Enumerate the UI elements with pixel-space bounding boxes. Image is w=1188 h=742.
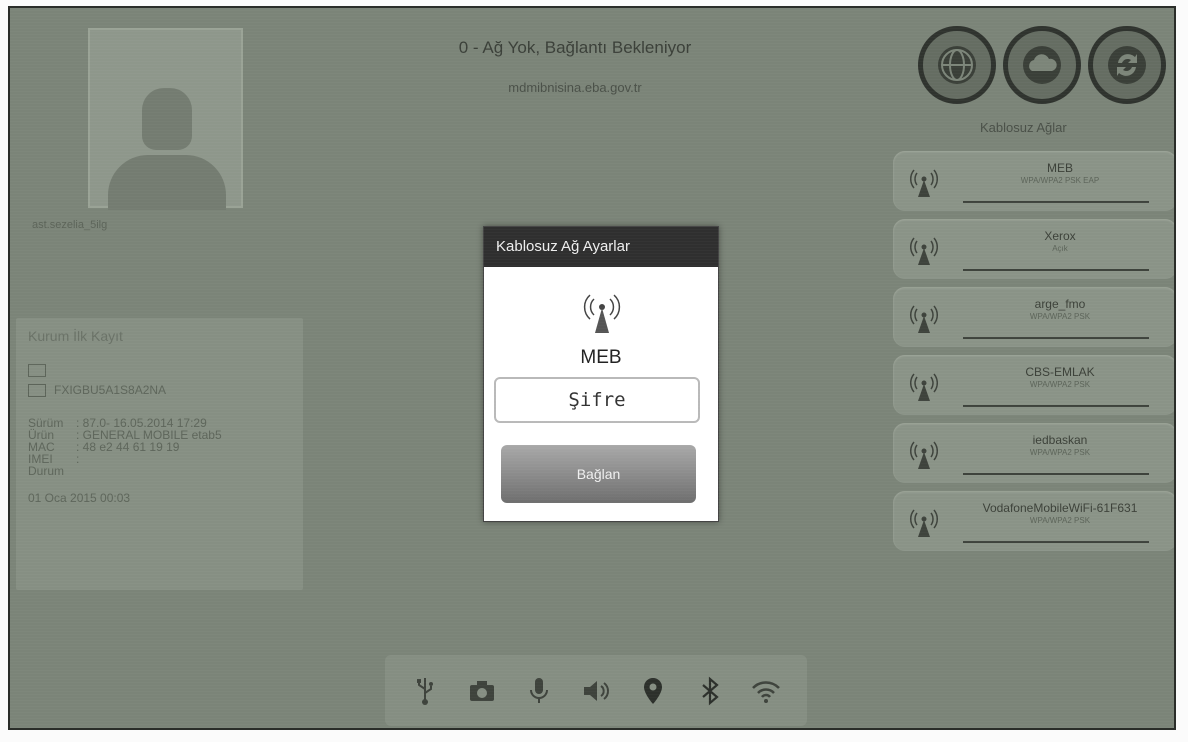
- connection-status-title: 0 - Ağ Yok, Bağlantı Bekleniyor: [458, 38, 692, 57]
- wifi-name: CBS-EMLAK: [1025, 365, 1095, 379]
- wifi-security: WPA/WPA2 PSK: [1029, 380, 1091, 389]
- bluetooth-icon: [701, 676, 719, 705]
- user-name: ast.sezelia_5ilg: [32, 219, 108, 231]
- wifi-name: Xerox: [1044, 229, 1076, 243]
- wifi-name: iedbaskan: [1032, 433, 1088, 447]
- wifi-signal-icon: [910, 169, 938, 197]
- globe-button[interactable]: [918, 26, 996, 104]
- bluetooth-button[interactable]: [691, 671, 729, 711]
- usb-button[interactable]: [406, 671, 444, 711]
- avatar: [88, 28, 243, 210]
- id-card-icon: [28, 383, 46, 397]
- wireless-networks-label: Kablosuz Ağlar: [980, 120, 1067, 135]
- cloud-button[interactable]: [1003, 26, 1081, 104]
- connect-button[interactable]: Bağlan: [501, 445, 696, 503]
- cloud-icon: [1023, 46, 1061, 84]
- wifi-item-cbs-emlak[interactable]: CBS-EMLAK WPA/WPA2 PSK: [893, 355, 1174, 415]
- wifi-item-vodafone[interactable]: VodafoneMobileWiFi-61F631 WPA/WPA2 PSK: [893, 491, 1174, 551]
- wifi-signal-icon: [910, 237, 938, 265]
- location-button[interactable]: [634, 671, 672, 711]
- location-icon: [643, 677, 662, 704]
- wifi-security: WPA/WPA2 PSK: [1029, 312, 1091, 321]
- bottom-toolbar: [385, 655, 807, 726]
- selected-network-name: MEB: [580, 347, 622, 368]
- microphone-icon: [530, 677, 549, 703]
- wifi-security: Açık: [1052, 244, 1068, 253]
- wifi-strength-bar: [963, 201, 1149, 203]
- wifi-item-iedbaskan[interactable]: iedbaskan WPA/WPA2 PSK: [893, 423, 1174, 483]
- wifi-item-arge-fmo[interactable]: arge_fmo WPA/WPA2 PSK: [893, 287, 1174, 347]
- sync-icon: [1108, 46, 1146, 84]
- wifi-security: WPA/WPA2 PSK EAP: [1020, 176, 1100, 185]
- wifi-strength-bar: [963, 541, 1149, 543]
- sync-button[interactable]: [1088, 26, 1166, 104]
- camera-button[interactable]: [463, 671, 501, 711]
- speaker-icon: [583, 680, 609, 701]
- info-row: IMEI:: [28, 453, 291, 465]
- wifi-settings-dialog: Kablosuz Ağ Ayarlar MEB Bağlan: [483, 226, 719, 522]
- globe-icon: [938, 46, 976, 84]
- wifi-strength-bar: [963, 337, 1149, 339]
- wifi-security: WPA/WPA2 PSK: [1029, 448, 1091, 457]
- wifi-security: WPA/WPA2 PSK: [1029, 516, 1091, 525]
- server-address: mdmibnisina.eba.gov.tr: [508, 80, 642, 95]
- device-info: Sürüm: 87.0- 16.05.2014 17:29 Ürün: GENE…: [28, 417, 291, 477]
- dialog-title: Kablosuz Ağ Ayarlar: [484, 227, 718, 267]
- info-value: : 48 e2 44 61 19 19: [76, 440, 180, 454]
- info-value: [76, 465, 291, 477]
- wifi-strength-bar: [963, 269, 1149, 271]
- wifi-signal-icon: [910, 373, 938, 401]
- info-key: Durum: [28, 464, 65, 478]
- wifi-icon: [752, 680, 781, 703]
- wifi-name: arge_fmo: [1034, 297, 1086, 311]
- laptop-icon: [28, 364, 46, 377]
- info-row: Durum: [28, 465, 291, 477]
- wifi-item-meb[interactable]: MEB WPA/WPA2 PSK EAP: [893, 151, 1174, 211]
- wifi-signal-icon: [910, 305, 938, 333]
- avatar-body-shape: [108, 155, 226, 210]
- wifi-strength-bar: [963, 405, 1149, 407]
- wifi-name: MEB: [1046, 161, 1073, 175]
- kurum-row-device: FXIGBU5A1S8A2NA: [28, 383, 291, 397]
- kurum-panel: Kurum İlk Kayıt FXIGBU5A1S8A2NA Sürüm: 8…: [16, 318, 303, 590]
- wifi-button[interactable]: [747, 671, 785, 711]
- wifi-list: MEB WPA/WPA2 PSK EAP Xerox Açık arge_fmo…: [893, 151, 1174, 559]
- wifi-signal-icon: [910, 509, 938, 537]
- wifi-name: VodafoneMobileWiFi-61F631: [982, 501, 1138, 515]
- kurum-row-empty: [28, 364, 291, 377]
- password-input[interactable]: [494, 377, 700, 423]
- usb-icon: [417, 677, 434, 705]
- info-row: MAC: 48 e2 44 61 19 19: [28, 441, 291, 453]
- wifi-item-xerox[interactable]: Xerox Açık: [893, 219, 1174, 279]
- app-screen: ast.sezelia_5ilg 0 - Ağ Yok, Bağlantı Be…: [8, 6, 1176, 730]
- wifi-signal-icon: [910, 441, 938, 469]
- wifi-antenna-icon: [583, 294, 621, 333]
- speaker-button[interactable]: [577, 671, 615, 711]
- camera-icon: [470, 680, 495, 701]
- panel-date: 01 Oca 2015 00:03: [28, 491, 131, 505]
- kurum-panel-title: Kurum İlk Kayıt: [28, 328, 123, 344]
- microphone-button[interactable]: [520, 671, 558, 711]
- info-value: :: [76, 452, 80, 466]
- device-id: FXIGBU5A1S8A2NA: [54, 383, 167, 397]
- wifi-strength-bar: [963, 473, 1149, 475]
- avatar-head-shape: [142, 88, 192, 150]
